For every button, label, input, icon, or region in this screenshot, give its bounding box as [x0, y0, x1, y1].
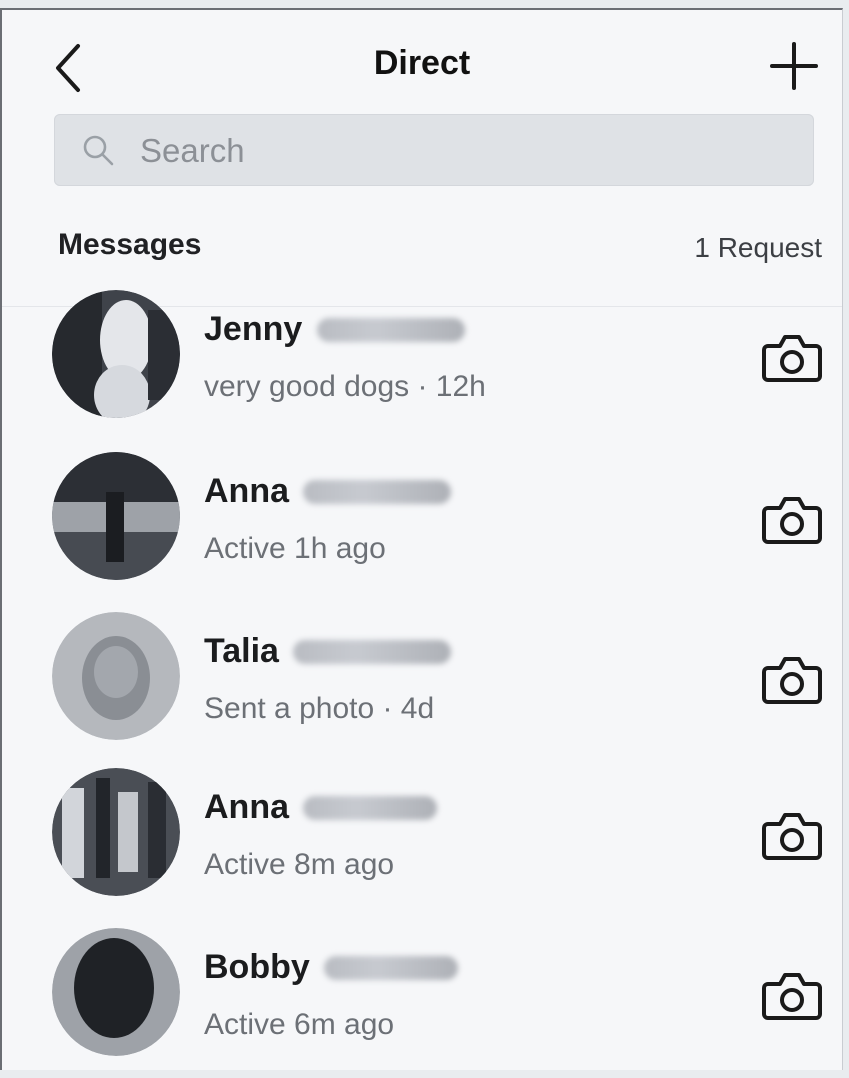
redacted-surname — [303, 479, 452, 504]
contact-name: Bobby — [204, 948, 310, 986]
avatar — [52, 290, 180, 418]
contact-name: Anna — [204, 472, 289, 510]
redacted-surname — [303, 795, 438, 820]
thread-name-row: Talia — [204, 632, 452, 672]
avatar — [52, 768, 180, 896]
search-input[interactable] — [138, 130, 742, 172]
thread-name-row: Anna — [204, 472, 452, 512]
redacted-surname — [324, 955, 459, 980]
thread-preview: very good dogs · 12h — [204, 370, 486, 403]
camera-icon[interactable] — [762, 970, 822, 1022]
thread-preview: Active 1h ago — [204, 532, 386, 565]
messages-section-header: Messages 1 Request — [58, 222, 822, 272]
contact-name: Jenny — [204, 310, 303, 348]
thread-preview: Active 6m ago — [204, 1008, 395, 1041]
search-icon — [83, 135, 114, 166]
camera-icon[interactable] — [762, 654, 822, 706]
camera-icon[interactable] — [762, 332, 822, 384]
contact-name: Anna — [204, 788, 289, 826]
thread-name-row: Jenny — [204, 310, 465, 350]
avatar — [52, 452, 180, 580]
thread-preview: Sent a photo · 4d — [204, 692, 435, 725]
new-message-plus-icon[interactable] — [764, 36, 824, 96]
thread-row[interactable]: Talia Sent a photo · 4d — [2, 612, 845, 760]
thread-preview: Active 8m ago — [204, 848, 395, 881]
search-bar[interactable] — [54, 114, 814, 186]
thread-row[interactable]: Bobby Active 6m ago — [2, 928, 845, 1076]
message-requests-link[interactable]: 1 Request — [694, 232, 822, 264]
redacted-surname — [293, 639, 452, 664]
avatar — [52, 612, 180, 740]
camera-icon[interactable] — [762, 494, 822, 546]
redacted-surname — [316, 317, 465, 342]
camera-icon[interactable] — [762, 810, 822, 862]
page-title: Direct — [373, 44, 471, 82]
thread-row[interactable]: Anna Active 1h ago — [2, 452, 845, 600]
thread-name-row: Anna — [204, 788, 438, 828]
thread-row[interactable]: Jenny very good dogs · 12h — [2, 290, 845, 438]
top-bar: Direct — [2, 10, 842, 108]
avatar — [52, 928, 180, 1056]
thread-name-row: Bobby — [204, 948, 459, 988]
messages-heading: Messages — [58, 228, 202, 261]
contact-name: Talia — [204, 632, 279, 670]
direct-messages-screen: Direct Messages 1 Request — [0, 8, 843, 1070]
thread-row[interactable]: Anna Active 8m ago — [2, 768, 845, 916]
